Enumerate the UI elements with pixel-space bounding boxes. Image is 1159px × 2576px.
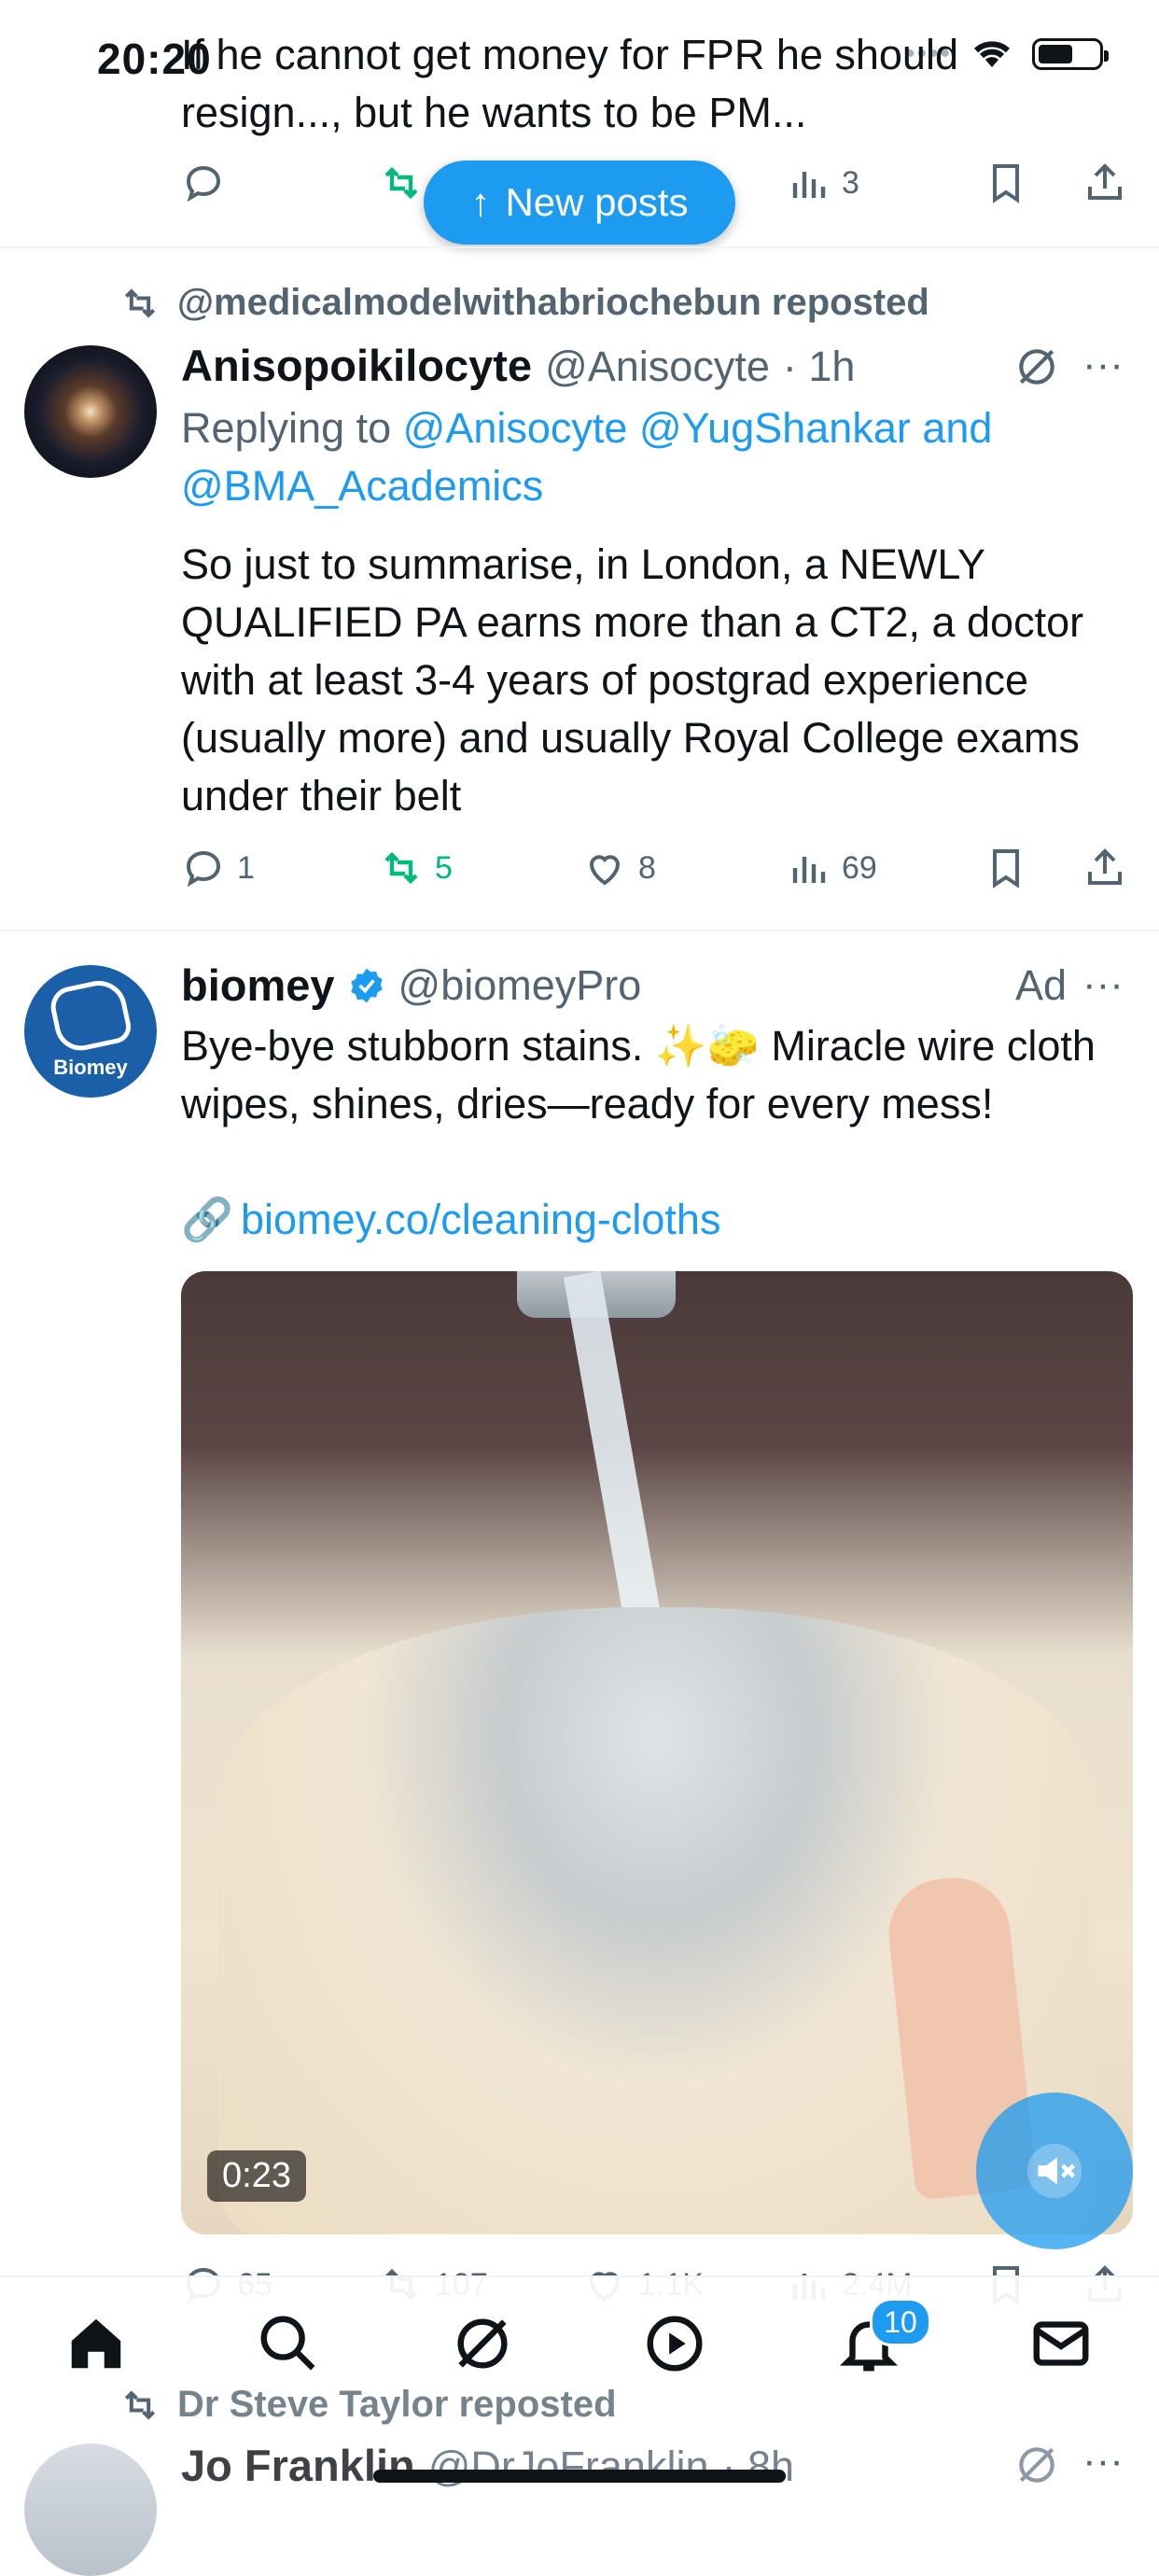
prev-bookmark-button[interactable] <box>984 161 1028 205</box>
mute-icon <box>1026 2143 1082 2199</box>
repost-count: 5 <box>435 849 453 886</box>
divider <box>0 246 1159 248</box>
bookmark-icon <box>993 849 1019 889</box>
views-icon <box>792 172 826 198</box>
avatar[interactable]: Biomey <box>24 965 157 1098</box>
mute-button[interactable] <box>976 2093 1133 2249</box>
author-name[interactable]: Anisopoikilocyte <box>181 340 532 391</box>
tweet-header: Jo Franklin @DrJoFranklin · 8h <box>181 2440 794 2491</box>
reply-icon <box>186 165 221 203</box>
more-icon[interactable]: ··· <box>1082 961 1124 1008</box>
more-icon[interactable]: ··· <box>1082 2438 1124 2485</box>
reply-icon <box>186 850 221 888</box>
avatar-text: Biomey <box>53 1056 128 1079</box>
reply-mention-3[interactable]: @BMA_Academics <box>181 462 543 510</box>
share-button[interactable] <box>1082 846 1127 890</box>
bookmark-icon <box>993 164 1019 203</box>
tweet-text: Bye-bye stubborn stains. ✨🧽 Miracle wire… <box>181 1022 1096 1127</box>
views-icon <box>792 857 826 883</box>
tweet-link-row: 🔗 biomey.co/cleaning-cloths <box>181 1191 720 1249</box>
repost-icon <box>384 166 418 200</box>
video-water <box>563 1271 669 1664</box>
reply-mention-1[interactable]: @Anisocyte <box>403 404 628 452</box>
views-button[interactable]: 69 <box>786 846 877 890</box>
new-posts-button[interactable]: ↑ New posts <box>424 161 735 245</box>
tweet-header: Anisopoikilocyte @Anisocyte · 1h <box>181 340 855 391</box>
author-handle[interactable]: @Anisocyte <box>545 343 770 391</box>
grok-icon[interactable] <box>450 2311 515 2376</box>
repost-icon <box>384 851 418 885</box>
repost-by: Dr Steve Taylor reposted <box>177 2384 617 2425</box>
like-button[interactable]: 8 <box>582 846 656 890</box>
bookmark-button[interactable] <box>984 846 1028 890</box>
prev-reply-button[interactable] <box>181 161 226 205</box>
tweet-time: · 1h <box>782 343 856 390</box>
heart-icon <box>589 855 621 886</box>
prev-tweet-text-line2: resign..., but he wants to be PM... <box>181 89 807 136</box>
wifi-icon <box>973 41 1011 67</box>
divider <box>0 930 1159 931</box>
link-icon: 🔗 <box>181 1196 234 1243</box>
new-posts-label: New posts <box>505 180 689 224</box>
share-icon <box>1088 848 1122 885</box>
repost-by: @medicalmodelwithabriochebun reposted <box>177 282 929 323</box>
arrow-up-icon: ↑ <box>470 180 491 224</box>
reply-and: and <box>922 404 993 452</box>
prev-tweet-text-line1: If he cannot get money for FPR he should <box>181 31 958 78</box>
tweet-time: · 8h <box>721 2443 795 2490</box>
repost-context: Dr Steve Taylor reposted <box>119 2384 617 2426</box>
tweet-header: biomey @biomeyPro <box>181 959 641 1011</box>
avatar[interactable] <box>24 345 157 478</box>
ad-label: Ad <box>1015 961 1068 1009</box>
tweet-text: So just to summarise, in London, a NEWLY… <box>181 540 1084 819</box>
notifications-badge: 10 <box>870 2298 931 2346</box>
reply-context: Replying to @Anisocyte @YugShankar and @… <box>181 399 1077 515</box>
search-icon[interactable] <box>256 2311 321 2376</box>
reply-count: 1 <box>237 849 255 886</box>
video-tab-icon[interactable] <box>642 2311 707 2376</box>
author-name[interactable]: biomey <box>181 959 335 1011</box>
avatar[interactable] <box>24 2443 157 2576</box>
reply-button[interactable]: 1 <box>181 846 255 890</box>
verified-badge-icon <box>350 968 383 1002</box>
views-count: 69 <box>842 849 877 886</box>
like-count: 8 <box>638 849 656 886</box>
home-indicator[interactable] <box>373 2470 786 2483</box>
repost-icon <box>124 287 156 318</box>
prev-views-count: 3 <box>842 164 859 201</box>
grok-icon[interactable] <box>1013 2442 1060 2488</box>
battery-icon <box>1032 38 1109 70</box>
author-handle[interactable]: @biomeyPro <box>398 961 642 1010</box>
repost-icon <box>124 2389 156 2420</box>
reply-prefix: Replying to <box>181 404 392 452</box>
prev-repost-button[interactable] <box>379 161 424 205</box>
repost-context: @medicalmodelwithabriochebun reposted <box>119 282 929 324</box>
prev-share-button[interactable] <box>1082 161 1127 205</box>
tweet-link[interactable]: biomey.co/cleaning-cloths <box>241 1191 720 1249</box>
prev-views-button[interactable]: 3 <box>786 161 859 205</box>
biomey-logo-icon <box>47 975 134 1056</box>
grok-icon[interactable] <box>1013 343 1060 390</box>
author-handle[interactable]: @DrJoFranklin <box>428 2443 709 2491</box>
more-icon[interactable]: ··· <box>1082 342 1124 388</box>
video-player[interactable]: 0:23 <box>181 1271 1133 2234</box>
reply-mention-2[interactable]: @YugShankar <box>639 404 911 452</box>
messages-icon[interactable] <box>1028 2311 1094 2376</box>
video-timer: 0:23 <box>207 2150 306 2202</box>
home-icon[interactable] <box>63 2311 129 2376</box>
repost-button[interactable]: 5 <box>379 846 453 890</box>
author-name[interactable]: Jo Franklin <box>181 2440 415 2491</box>
share-icon <box>1088 163 1122 200</box>
